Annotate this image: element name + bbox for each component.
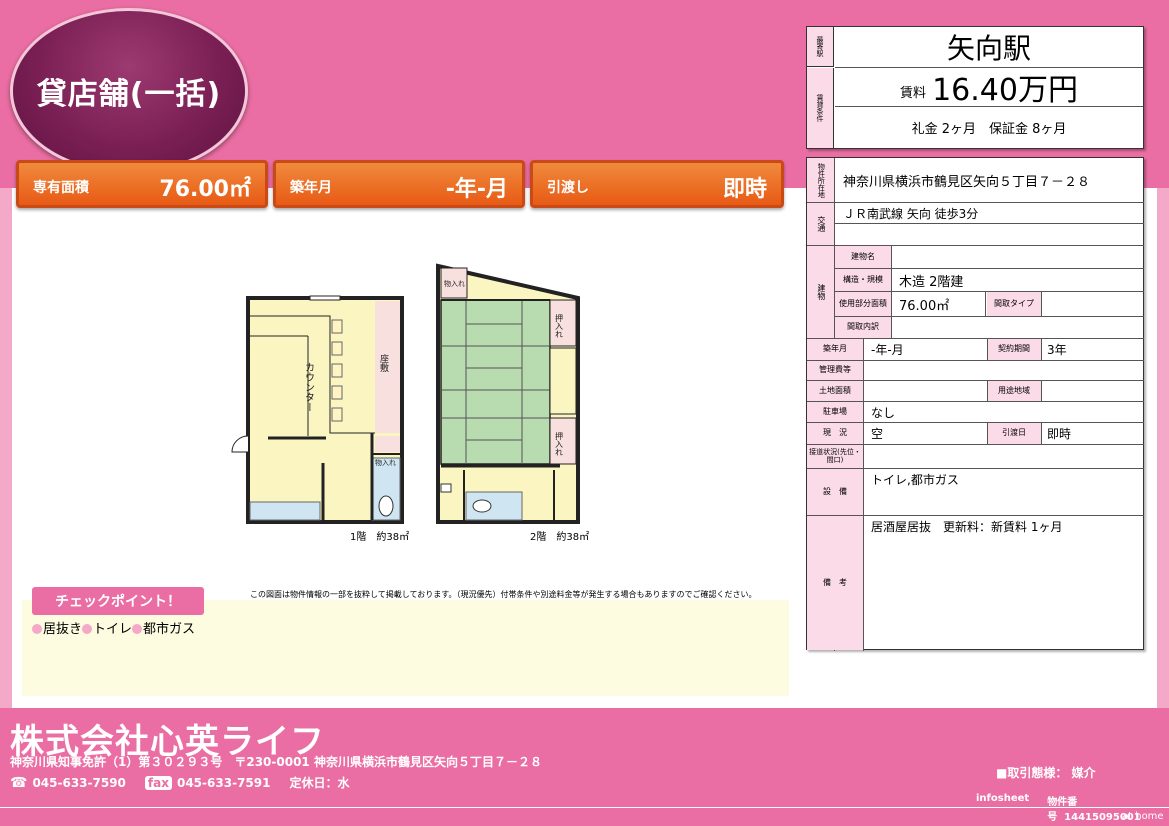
floor-plan: カウンター 座敷 物入れ 物入れ 押入れ 押入れ [231, 263, 580, 524]
road-value [867, 445, 1143, 468]
remarks-value: 居酒屋居抜 更新料：新賃料 1ヶ月 [871, 519, 1063, 534]
zashiki-label: 座敷 [378, 353, 389, 373]
zoning-key: 用途地域 [987, 381, 1041, 401]
contract-value: 3年 [1047, 343, 1067, 357]
handover-date-key: 引渡日 [987, 423, 1041, 444]
transport-value: ＪＲ南武線 矢向 徒歩3分 [843, 206, 979, 221]
station-key: 最寄駅 [807, 27, 834, 67]
handover-box: 引渡し 即時 [530, 160, 784, 208]
built-box: 築年月 -年-月 [273, 160, 525, 208]
contract-key: 契約期間 [987, 339, 1041, 360]
bullet-icon [132, 624, 143, 634]
land-area-value [867, 381, 987, 401]
floor-2-caption: 2階 約38㎡ [530, 532, 590, 543]
usable-area-value: 76.00㎡ [899, 298, 950, 314]
area-label: 専有面積 [33, 180, 89, 196]
location-value: 神奈川県横浜市鶴見区矢向５丁目７－２８ [843, 174, 1091, 190]
bullet-icon [32, 624, 42, 634]
storage-1-label: 物入れ [375, 458, 396, 467]
closet-2-label: 押入れ [555, 431, 564, 456]
checkpoint-item: 都市ガス [143, 622, 196, 637]
deposit-line: 礼金 2ヶ月 保証金 8ヶ月 [911, 122, 1067, 137]
status-key: 現 況 [807, 423, 863, 444]
handover-date-value: 即時 [1047, 427, 1072, 441]
left-margin [0, 188, 12, 708]
parking-key: 駐車場 [807, 402, 863, 422]
floor-2-plan: 物入れ 押入れ 押入れ [436, 263, 580, 524]
building-key: 建物 [807, 246, 834, 338]
footer: 株式会社心英ライフ 神奈川県知事免許（1）第３０２９３号 〒230-0001 神… [0, 708, 1169, 826]
transaction-type: ■取引態様： 媒介 [996, 766, 1096, 780]
facilities-value: トイレ,都市ガス [871, 472, 959, 487]
floor-1-plan: カウンター 座敷 物入れ [231, 295, 404, 524]
contact-row: ☎ 045-633-7590 fax 045-633-7591 定休日：水 [10, 774, 349, 791]
phone-icon: ☎ [10, 774, 28, 791]
station-name: 矢向駅 [946, 32, 1031, 65]
road-key: 接道状況(先位・間口) [807, 445, 863, 468]
closet-1-label: 押入れ [555, 313, 564, 338]
layout-detail-value [895, 317, 1143, 338]
layout-detail-key: 間取内訳 [835, 317, 891, 338]
built-value: -年-月 [445, 177, 508, 202]
right-margin [1157, 188, 1169, 708]
summary-box: 最寄駅 矢向駅 賃貸条件 賃料 16.40万円 礼金 2ヶ月 保証金 8ヶ月 [806, 26, 1144, 149]
checkpoint-items: 居抜き トイレ 都市ガス [32, 618, 195, 637]
area-box: 専有面積 76.00㎡ [16, 160, 268, 208]
holiday: 定休日：水 [289, 776, 350, 790]
location-key: 物件所在地 [807, 158, 834, 202]
checkpoint-item: 居抜き [43, 622, 83, 637]
checkpoint-item: トイレ [93, 622, 133, 637]
terms-key: 賃貸条件 [807, 68, 834, 148]
rent-value: 16.40万円 [932, 73, 1078, 108]
rent-label: 賃料 [900, 85, 927, 101]
built-detail-value: -年-月 [871, 343, 904, 357]
facilities-key: 設 備 [807, 469, 863, 515]
layout-type-key: 間取タイプ [987, 292, 1041, 316]
land-area-key: 土地面積 [807, 381, 863, 401]
infosheet-label: infosheet [976, 793, 1030, 804]
checkpoint-title: チェックポイント！ [32, 587, 204, 615]
usable-area-key: 使用部分面積 [835, 292, 891, 316]
layout-type-value [1043, 292, 1143, 316]
structure-key: 構造・規模 [835, 269, 891, 291]
transport-key: 交通 [807, 203, 834, 245]
floor-1-caption: 1階 約38㎡ [350, 532, 410, 543]
storage-2-label: 物入れ [444, 279, 465, 288]
property-type: 貸店舗(一括) [36, 77, 222, 112]
disclaimer: この図面は物件情報の一部を抜粋して掲載しております。（現況優先）付帯条件や別途料… [250, 590, 757, 599]
built-key: 築年月 [807, 339, 863, 360]
management-value [867, 361, 1143, 380]
management-key: 管理費等 [807, 361, 863, 380]
rent-row: 賃料 16.40万円 [835, 68, 1143, 108]
athome-logo: at home [1122, 811, 1164, 822]
area-value: 76.00㎡ [159, 177, 251, 202]
tel-number: 045-633-7590 [32, 775, 126, 790]
built-label: 築年月 [290, 180, 332, 196]
parking-value: なし [871, 405, 896, 420]
fax-number: 045-633-7591 [176, 775, 271, 790]
property-type-badge: 貸店舗(一括) [10, 8, 248, 174]
building-name-key: 建物名 [835, 246, 891, 268]
fax-icon: fax [144, 775, 172, 790]
handover-value: 即時 [722, 177, 767, 202]
bullet-icon [82, 624, 93, 634]
remarks-key: 備 考 [807, 516, 863, 650]
structure-value: 木造 2階建 [899, 274, 964, 290]
license-address: 神奈川県知事免許（1）第３０２９３号 〒230-0001 神奈川県横浜市鶴見区矢… [10, 755, 542, 769]
status-value: 空 [871, 427, 884, 441]
counter-label: カウンター [303, 362, 315, 412]
zoning-value [1043, 381, 1143, 401]
detail-table: 物件所在地 神奈川県横浜市鶴見区矢向５丁目７－２８ 交通 ＪＲ南武線 矢向 徒歩… [806, 157, 1144, 651]
building-name-value [895, 246, 1143, 268]
handover-label: 引渡し [547, 180, 589, 196]
